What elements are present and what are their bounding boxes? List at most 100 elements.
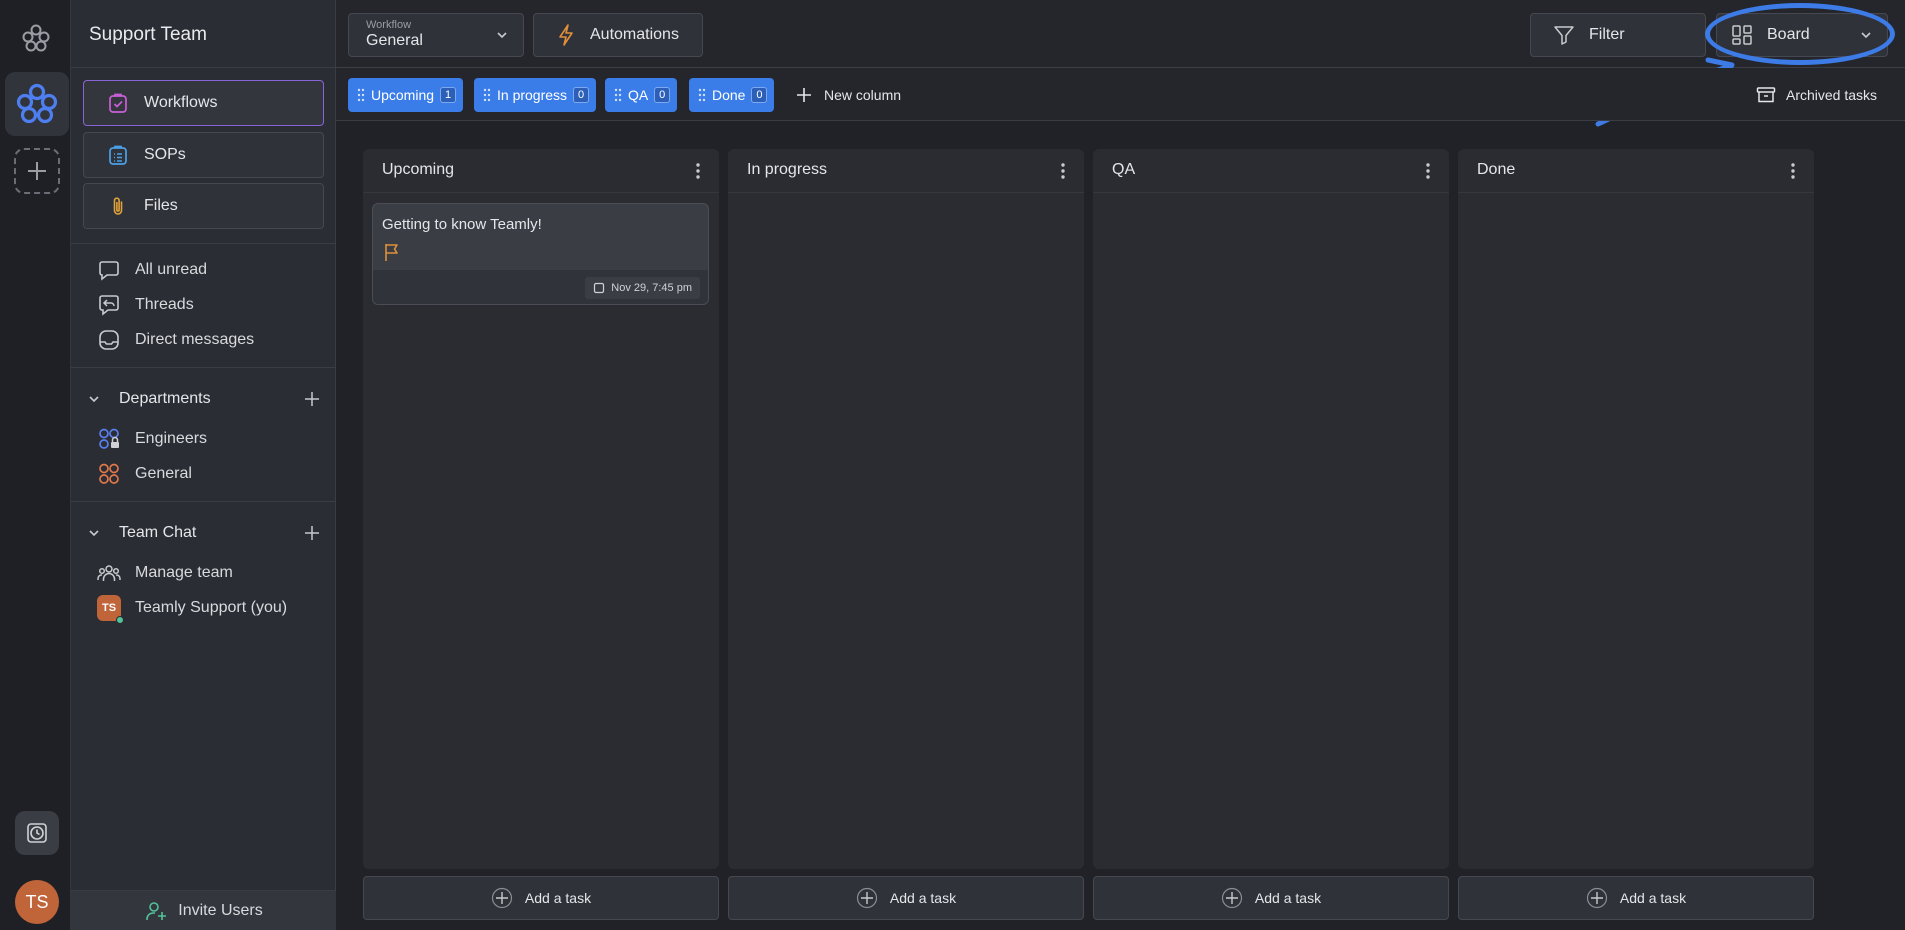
more-vertical-icon[interactable] xyxy=(693,161,703,181)
task-card-footer: Nov 29, 7:45 pm xyxy=(373,270,708,304)
sidebar: Support Team Workflows SOPs Files All un… xyxy=(71,0,336,930)
column-header: Upcoming xyxy=(363,149,719,193)
view-select[interactable]: Board xyxy=(1716,13,1888,57)
workspace-switch-button[interactable] xyxy=(5,72,69,136)
archive-icon xyxy=(1756,87,1776,103)
top-toolbar: Workflow General Automations Filter Boar… xyxy=(336,0,1905,68)
plus-circle-icon xyxy=(1221,887,1243,909)
new-column-label: New column xyxy=(824,87,902,103)
add-task-button[interactable]: Add a task xyxy=(1458,876,1814,920)
task-title: Getting to know Teamly! xyxy=(382,216,542,233)
add-chat-icon[interactable] xyxy=(304,525,320,541)
board-icon xyxy=(1732,25,1752,45)
plus-circle-icon xyxy=(856,887,878,909)
plus-icon xyxy=(797,88,811,102)
drag-handle-icon[interactable] xyxy=(614,88,622,102)
divider xyxy=(71,367,336,368)
column-header: In progress xyxy=(728,149,1084,193)
sidebar-item-label: Direct messages xyxy=(135,331,255,348)
add-department-icon[interactable] xyxy=(304,391,320,407)
sidebar-item-engineers[interactable]: Engineers xyxy=(97,425,207,453)
calendar-icon xyxy=(594,282,605,294)
add-task-button[interactable]: Add a task xyxy=(1093,876,1449,920)
automations-label: Automations xyxy=(590,26,679,43)
private-department-icon xyxy=(97,427,121,451)
drag-handle-icon[interactable] xyxy=(483,88,491,102)
column-chip-count: 0 xyxy=(573,87,590,103)
board-column-upcoming: Upcoming Getting to know Teamly! Nov 29,… xyxy=(363,149,719,869)
sidebar-item-all-unread[interactable]: All unread xyxy=(97,256,207,284)
filter-button[interactable]: Filter xyxy=(1530,13,1706,57)
invite-users-button[interactable]: Invite Users xyxy=(71,890,336,930)
workspace-rail: TS xyxy=(0,0,71,930)
archived-tasks-label: Archived tasks xyxy=(1786,87,1878,103)
sidebar-item-threads[interactable]: Threads xyxy=(97,291,194,319)
chevron-down-icon[interactable] xyxy=(87,392,107,406)
departments-section[interactable]: Departments xyxy=(87,385,320,413)
add-task-label: Add a task xyxy=(1619,890,1687,906)
column-title: QA xyxy=(1112,161,1136,178)
history-button[interactable] xyxy=(15,811,59,855)
sidebar-item-files[interactable]: Files xyxy=(83,183,324,229)
sidebar-item-teamly-support[interactable]: TS Teamly Support (you) xyxy=(97,594,288,624)
chevron-down-icon xyxy=(1859,28,1873,47)
sidebar-item-label: Files xyxy=(144,197,178,214)
column-chip-done[interactable]: Done 0 xyxy=(689,78,775,112)
column-chip-qa[interactable]: QA 0 xyxy=(605,78,678,112)
filter-label: Filter xyxy=(1589,26,1625,43)
more-vertical-icon[interactable] xyxy=(1423,161,1433,181)
column-chip-count: 0 xyxy=(751,87,768,103)
archived-tasks-button[interactable]: Archived tasks xyxy=(1756,78,1877,112)
sidebar-item-sops[interactable]: SOPs xyxy=(83,132,324,178)
sidebar-item-label: Teamly Support (you) xyxy=(135,599,288,616)
workflow-select[interactable]: Workflow General xyxy=(348,13,524,57)
add-task-button[interactable]: Add a task xyxy=(728,876,1084,920)
add-task-label: Add a task xyxy=(1254,890,1322,906)
view-select-value: Board xyxy=(1767,26,1810,43)
more-vertical-icon[interactable] xyxy=(1058,161,1068,181)
board-column-in-progress: In progress xyxy=(728,149,1084,869)
team-chat-section[interactable]: Team Chat xyxy=(87,519,320,547)
app-logo-icon[interactable] xyxy=(20,22,52,54)
sidebar-item-general[interactable]: General xyxy=(97,460,192,488)
section-label: Departments xyxy=(119,390,211,407)
sidebar-item-label: Engineers xyxy=(135,430,208,447)
board-column-qa: QA xyxy=(1093,149,1449,869)
user-avatar[interactable]: TS xyxy=(15,880,59,924)
sidebar-item-manage-team[interactable]: Manage team xyxy=(97,559,233,587)
plus-circle-icon xyxy=(491,887,513,909)
divider xyxy=(71,67,336,68)
automations-button[interactable]: Automations xyxy=(533,13,703,57)
online-status-dot xyxy=(116,616,124,624)
add-task-button[interactable]: Add a task xyxy=(363,876,719,920)
add-workspace-button[interactable] xyxy=(14,148,60,194)
chevron-down-icon xyxy=(495,28,509,47)
sidebar-item-direct-messages[interactable]: Direct messages xyxy=(97,326,254,354)
due-date-badge[interactable]: Nov 29, 7:45 pm xyxy=(585,277,700,299)
column-chip-count: 0 xyxy=(654,87,671,103)
column-chip-label: QA xyxy=(628,87,649,103)
drag-handle-icon[interactable] xyxy=(698,88,706,102)
add-user-icon xyxy=(146,901,167,920)
add-task-label: Add a task xyxy=(524,890,592,906)
new-column-button[interactable]: New column xyxy=(796,78,901,112)
invite-users-label: Invite Users xyxy=(178,901,263,919)
divider xyxy=(71,501,336,502)
chevron-down-icon[interactable] xyxy=(87,526,107,540)
lightning-icon xyxy=(559,24,573,46)
more-vertical-icon[interactable] xyxy=(1788,161,1798,181)
column-chip-in-progress[interactable]: In progress 0 xyxy=(474,78,597,112)
column-chip-upcoming[interactable]: Upcoming 1 xyxy=(348,78,464,112)
flag-icon[interactable] xyxy=(383,242,401,267)
team-name: Support Team xyxy=(89,24,207,45)
paperclip-icon xyxy=(106,194,130,218)
task-card[interactable]: Getting to know Teamly! Nov 29, 7:45 pm xyxy=(372,203,709,305)
sidebar-item-label: All unread xyxy=(135,261,208,278)
drag-handle-icon[interactable] xyxy=(357,88,365,102)
sidebar-item-workflows[interactable]: Workflows xyxy=(83,80,324,126)
workspace-logo-icon xyxy=(16,83,58,124)
clock-icon xyxy=(27,823,47,843)
due-date-text: Nov 29, 7:45 pm xyxy=(611,282,692,294)
inbox-icon xyxy=(97,328,121,352)
column-title: Upcoming xyxy=(382,161,455,178)
